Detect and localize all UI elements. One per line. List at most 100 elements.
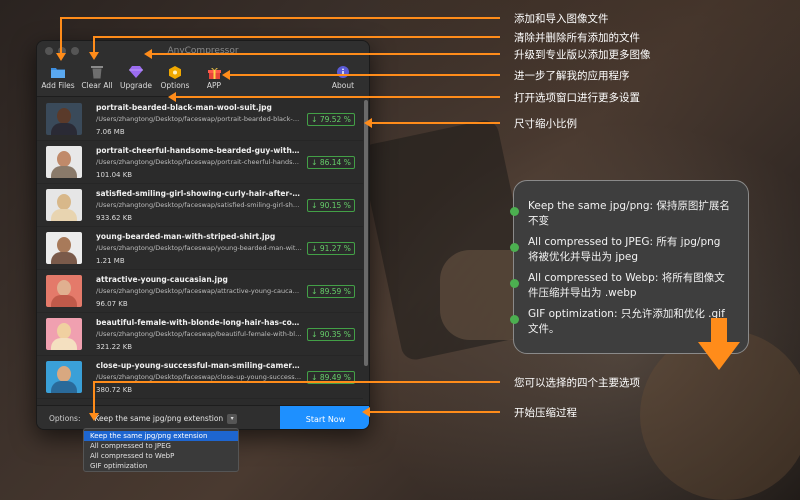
app-window: AnyCompressor Add Files Clear All Upgrad… xyxy=(36,40,370,430)
file-path: /Users/zhangtong/Desktop/faceswap/beauti… xyxy=(96,329,302,338)
scrollbar-thumb[interactable] xyxy=(364,100,368,366)
panel-item-text: All compressed to JPEG: 所有 jpg/png 将被优化并… xyxy=(528,236,721,263)
list-item[interactable]: attractive-young-caucasian.jpg /Users/zh… xyxy=(37,270,363,313)
annotation-upgrade: 升级到专业版以添加更多图像 xyxy=(514,49,651,61)
dropdown-option-webp[interactable]: All compressed to WebP xyxy=(84,451,238,461)
compression-ratio: ↓ 79.52 % xyxy=(307,113,355,126)
list-item[interactable]: beautiful-female-with-blonde-long-hair-h… xyxy=(37,313,363,356)
title-bar: AnyCompressor xyxy=(37,41,369,61)
bottom-bar: Options: Keep the same jpg/png extenstio… xyxy=(37,405,369,429)
compression-ratio: ↓ 90.35 % xyxy=(307,328,355,341)
arrow-head-icon xyxy=(56,53,66,61)
file-size: 96.07 KB xyxy=(96,299,128,308)
upgrade-button[interactable]: Upgrade xyxy=(117,65,155,90)
add-files-button[interactable]: Add Files xyxy=(39,65,77,90)
toolbar: Add Files Clear All Upgrade Options APP xyxy=(37,61,369,97)
annotation-line xyxy=(60,17,500,19)
annotation-line xyxy=(93,381,500,383)
file-size: 1.21 MB xyxy=(96,256,125,265)
annotation-line xyxy=(230,74,500,76)
options-dropdown[interactable]: Keep the same jpg/png extension All comp… xyxy=(83,428,239,472)
arrow-head-icon xyxy=(144,49,152,59)
arrow-head-icon xyxy=(222,70,230,80)
file-path: /Users/zhangtong/Desktop/faceswap/attrac… xyxy=(96,286,302,295)
annotation-line xyxy=(60,17,62,55)
file-thumbnail xyxy=(46,146,82,178)
list-item[interactable]: young-bearded-man-with-striped-shirt.jpg… xyxy=(37,227,363,270)
file-thumbnail xyxy=(46,275,82,307)
bullet-dot-icon xyxy=(510,279,519,288)
add-files-label: Add Files xyxy=(41,81,75,90)
annotation-line xyxy=(176,96,500,98)
file-name: close-up-young-successful-man-smiling-ca… xyxy=(96,360,302,370)
annotation-ratio: 尺寸缩小比例 xyxy=(514,118,577,130)
dropdown-option-keep[interactable]: Keep the same jpg/png extension xyxy=(84,431,238,441)
compression-ratio: ↓ 86.14 % xyxy=(307,156,355,169)
file-thumbnail xyxy=(46,361,82,393)
file-size: 101.04 KB xyxy=(96,170,133,179)
file-thumbnail xyxy=(46,103,82,135)
arrow-head-icon xyxy=(362,407,370,417)
file-size: 321.22 KB xyxy=(96,342,133,351)
selected-option-text: Keep the same jpg/png extenstion xyxy=(94,414,224,423)
file-path: /Users/zhangtong/Desktop/faceswap/close-… xyxy=(96,372,302,381)
file-path: /Users/zhangtong/Desktop/faceswap/young-… xyxy=(96,243,302,252)
file-size: 7.06 MB xyxy=(96,127,125,136)
file-thumbnail xyxy=(46,189,82,221)
annotation-line xyxy=(152,53,500,55)
compression-ratio: ↓ 91.27 % xyxy=(307,242,355,255)
about-label: About xyxy=(331,81,355,90)
arrow-head-icon xyxy=(168,92,176,102)
file-size: 933.62 KB xyxy=(96,213,133,222)
file-name: young-bearded-man-with-striped-shirt.jpg xyxy=(96,231,276,241)
info-icon xyxy=(336,65,350,79)
options-label: Options xyxy=(160,81,190,90)
panel-item: Keep the same jpg/png: 保持原图扩展名不变 xyxy=(510,199,734,229)
annotation-four-options: 您可以选择的四个主要选项 xyxy=(514,377,640,389)
start-now-button[interactable]: Start Now xyxy=(280,406,369,429)
diamond-icon xyxy=(129,65,143,79)
options-select-label: Options: xyxy=(49,414,81,423)
list-scrollbar[interactable] xyxy=(363,98,369,403)
big-down-arrow-icon xyxy=(698,318,740,370)
trash-icon xyxy=(90,65,104,79)
annotation-line xyxy=(370,411,500,413)
hexagon-gear-icon xyxy=(168,65,182,79)
folder-icon xyxy=(51,65,65,79)
upgrade-label: Upgrade xyxy=(119,81,153,90)
clear-all-label: Clear All xyxy=(81,81,113,90)
file-path: /Users/zhangtong/Desktop/faceswap/satisf… xyxy=(96,200,302,209)
gift-icon xyxy=(207,65,221,79)
dropdown-option-jpeg[interactable]: All compressed to JPEG xyxy=(84,441,238,451)
annotation-start: 开始压缩过程 xyxy=(514,407,577,419)
file-thumbnail xyxy=(46,232,82,264)
arrow-head-icon xyxy=(89,413,99,421)
list-item[interactable]: portrait-bearded-black-man-wool-suit.jpg… xyxy=(37,98,363,141)
output-format-select[interactable]: Keep the same jpg/png extenstion ▾ xyxy=(94,413,238,424)
options-button[interactable]: Options xyxy=(156,65,194,90)
annotation-options: 打开选项窗口进行更多设置 xyxy=(514,92,640,104)
bullet-dot-icon xyxy=(510,207,519,216)
annotation-app: 进一步了解我的应用程序 xyxy=(514,70,630,82)
about-button[interactable]: About xyxy=(324,65,362,90)
dropdown-option-gif[interactable]: GIF optimization xyxy=(84,461,238,471)
file-path: /Users/zhangtong/Desktop/faceswap/portra… xyxy=(96,157,302,166)
annotation-add-files: 添加和导入图像文件 xyxy=(514,13,609,25)
compression-ratio: ↓ 89.59 % xyxy=(307,285,355,298)
list-item[interactable]: satisfied-smiling-girl-showing-curly-hai… xyxy=(37,184,363,227)
panel-item: All compressed to Webp: 将所有图像文件压缩并导出为 .w… xyxy=(510,271,734,301)
panel-item-text: All compressed to Webp: 将所有图像文件压缩并导出为 .w… xyxy=(528,272,725,299)
file-list[interactable]: portrait-bearded-black-man-wool-suit.jpg… xyxy=(37,98,363,403)
clear-all-button[interactable]: Clear All xyxy=(78,65,116,90)
annotation-line xyxy=(93,381,95,415)
bullet-dot-icon xyxy=(510,315,519,324)
file-name: satisfied-smiling-girl-showing-curly-hai… xyxy=(96,188,302,198)
compression-ratio: ↓ 90.15 % xyxy=(307,199,355,212)
list-item[interactable]: close-up-young-successful-man-smiling-ca… xyxy=(37,356,363,399)
close-window-button[interactable] xyxy=(45,47,53,55)
chevron-down-icon: ▾ xyxy=(227,413,238,424)
file-path: /Users/zhangtong/Desktop/faceswap/portra… xyxy=(96,114,302,123)
list-item[interactable]: portrait-cheerful-handsome-bearded-guy-w… xyxy=(37,141,363,184)
file-size: 380.72 KB xyxy=(96,385,133,394)
zoom-window-button[interactable] xyxy=(71,47,79,55)
